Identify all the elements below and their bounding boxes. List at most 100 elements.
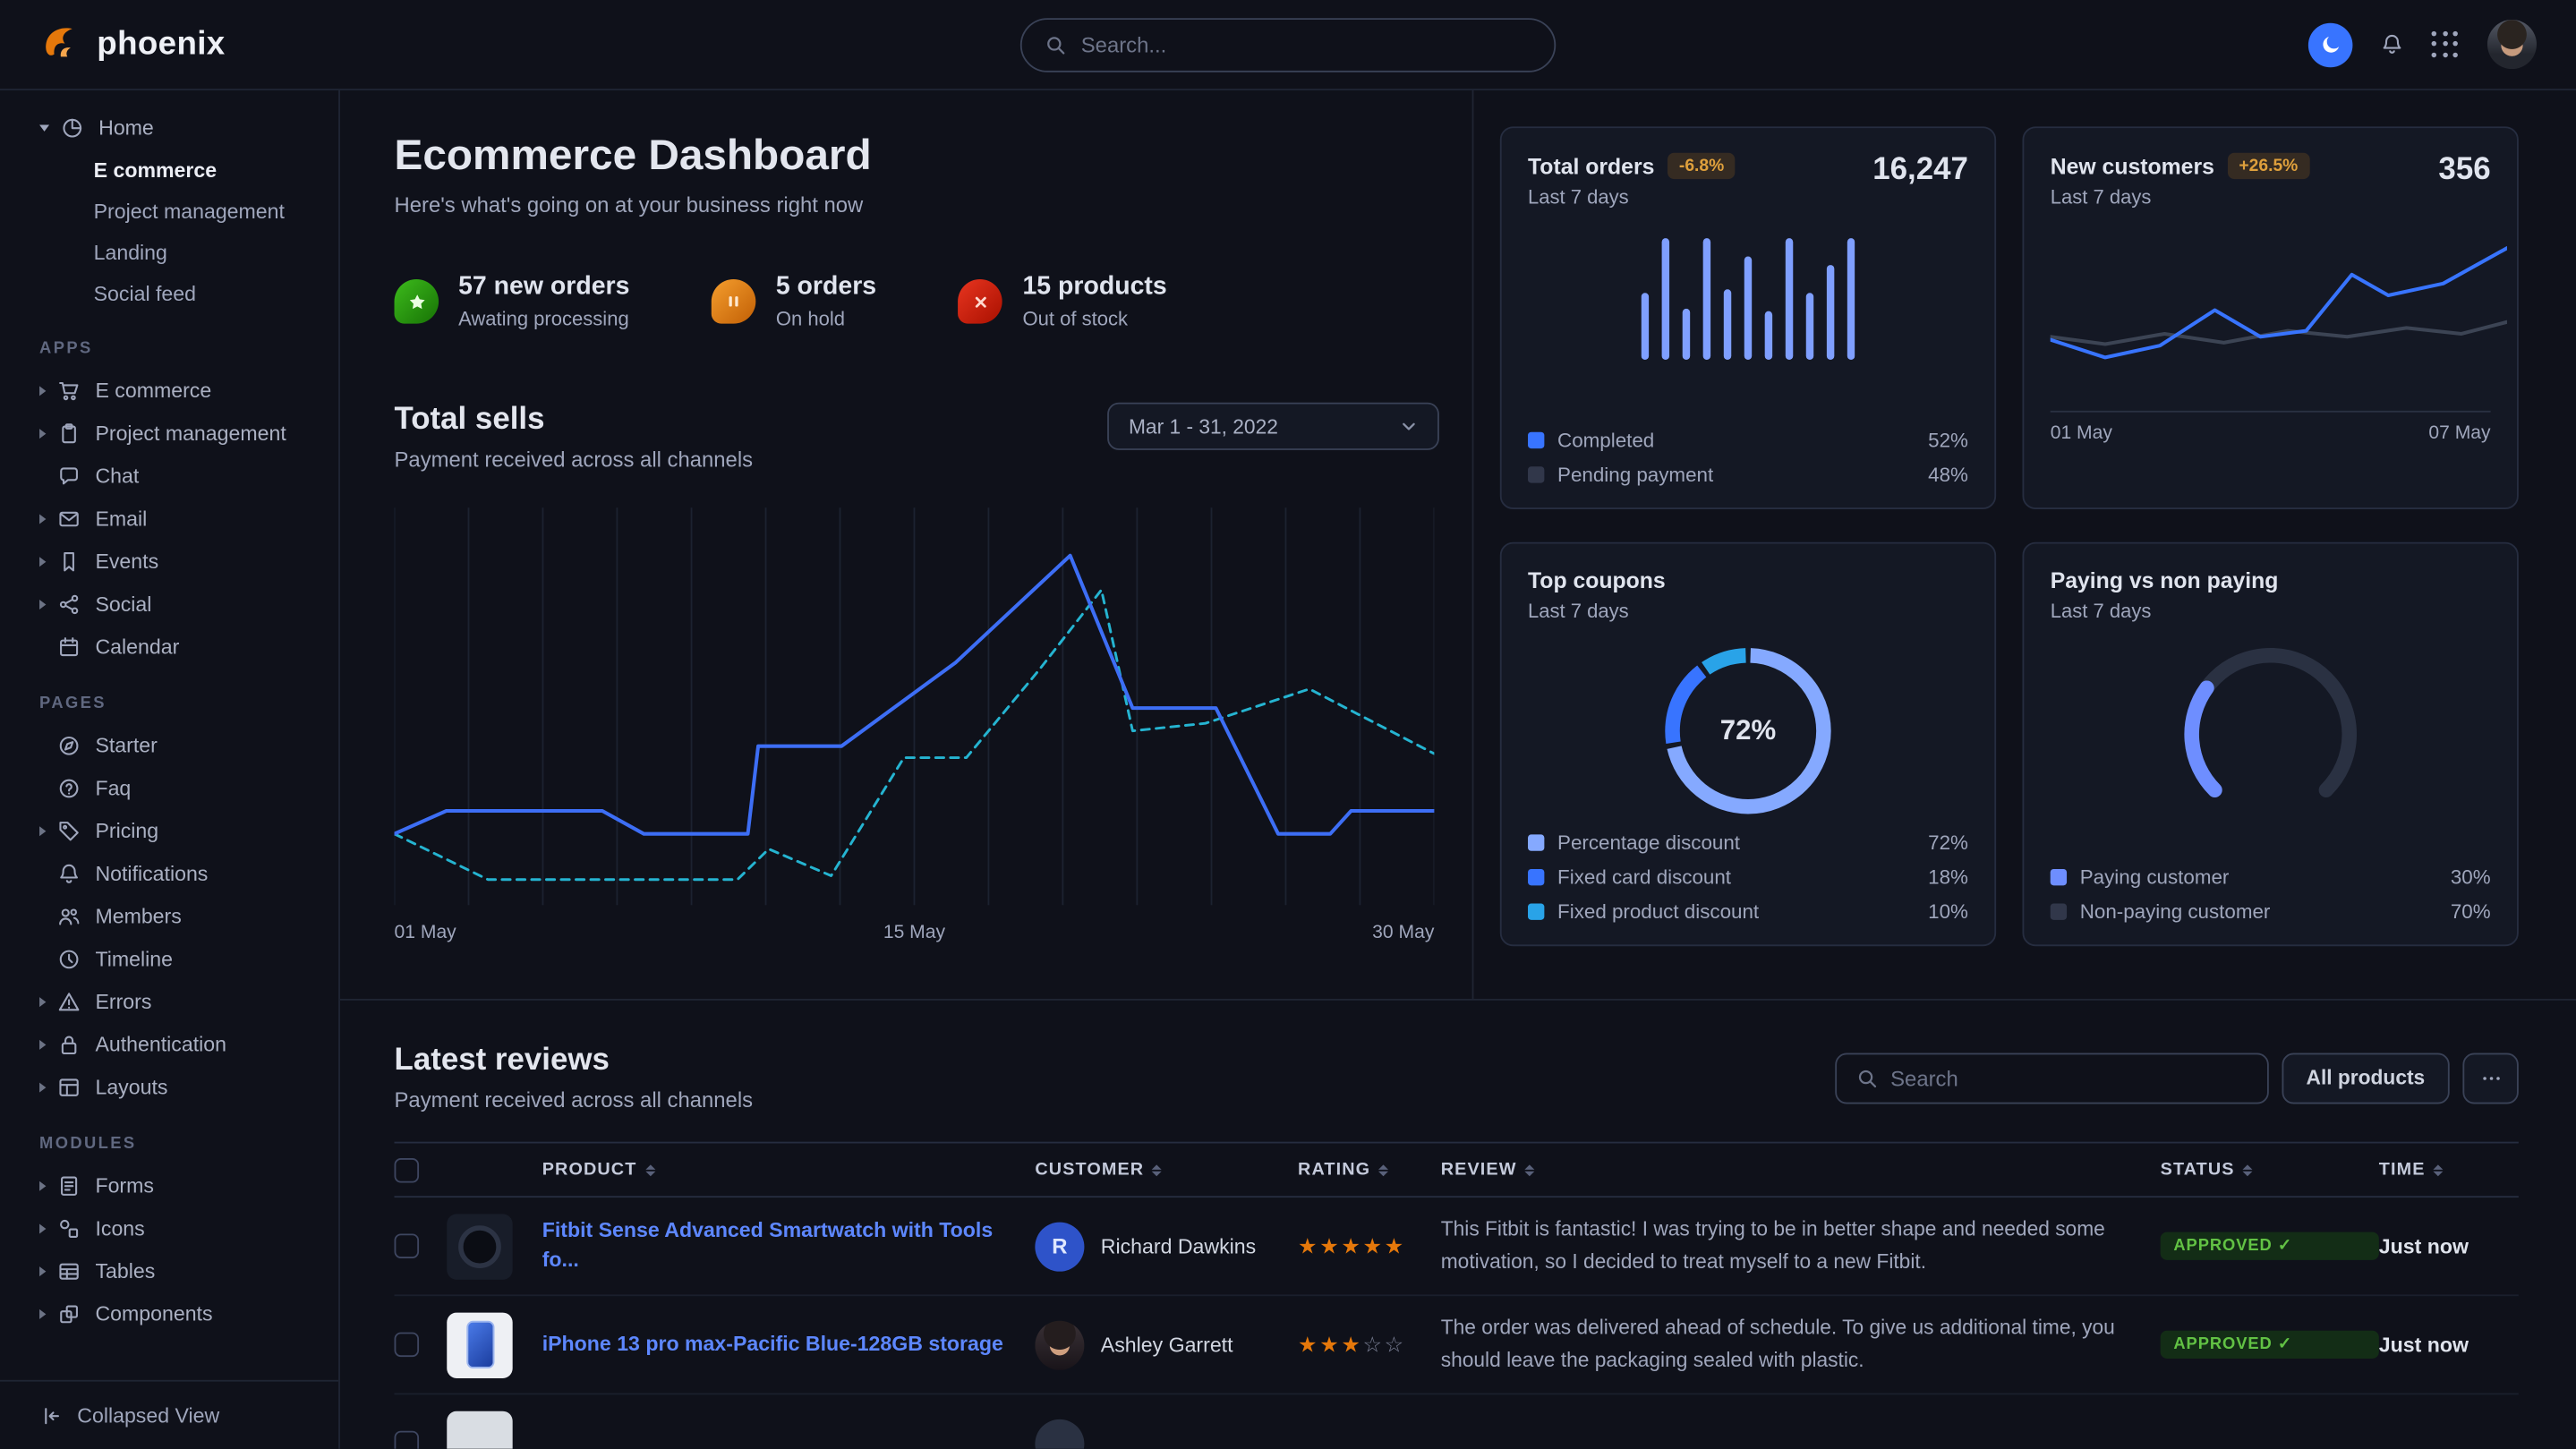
collapsed-view-button[interactable]: Collapsed View (0, 1380, 338, 1449)
stat-on-hold: 5 orders On hold (712, 273, 876, 330)
stat-sub: Awating processing (458, 307, 629, 330)
all-products-button[interactable]: All products (2282, 1053, 2450, 1104)
sidebar-item-email[interactable]: Email (0, 498, 338, 541)
sidebar-subitem-landing[interactable]: Landing (0, 232, 338, 273)
sidebar-subitem-e-commerce[interactable]: E commerce (0, 149, 338, 191)
column-header-customer[interactable]: CUSTOMER (1035, 1160, 1298, 1180)
total-orders-card: Total orders -6.8% Last 7 days 16,247 Co… (1500, 126, 1996, 509)
brand-name: phoenix (97, 25, 225, 63)
users-icon (57, 905, 81, 928)
product-link[interactable]: iPhone 13 pro max-Pacific Blue-128GB sto… (542, 1330, 1036, 1359)
sort-icon[interactable] (645, 1163, 655, 1175)
product-link[interactable]: Fitbit Sense Advanced Smartwatch with To… (542, 1217, 1036, 1275)
column-header-product[interactable]: PRODUCT (542, 1160, 1036, 1180)
sort-icon[interactable] (2434, 1163, 2444, 1175)
paying-legend: Paying customer30%Non-paying customer70% (2051, 865, 2491, 923)
sort-icon[interactable] (1152, 1163, 1162, 1175)
sidebar-item-calendar[interactable]: Calendar (0, 626, 338, 669)
sidebar-item-project-management[interactable]: Project management (0, 413, 338, 456)
pause-icon (712, 279, 756, 324)
coupons-legend: Percentage discount72%Fixed card discoun… (1528, 831, 1968, 924)
legend-row: Percentage discount72% (1528, 831, 1968, 855)
review-time: Just now (2379, 1234, 2519, 1257)
legend-label: Fixed product discount (1557, 900, 1759, 924)
date-range-select[interactable]: Mar 1 - 31, 2022 (1107, 403, 1439, 450)
product-thumbnail (447, 1411, 512, 1449)
form-icon (57, 1174, 81, 1198)
customer-avatar (1035, 1320, 1084, 1369)
legend-row: Fixed product discount 10% (1528, 900, 1968, 924)
sidebar-subitem-project-management[interactable]: Project management (0, 191, 338, 232)
legend-value: 70% (2451, 900, 2491, 924)
sort-icon[interactable] (1378, 1163, 1388, 1175)
column-header-rating[interactable]: RATING (1298, 1160, 1441, 1180)
sidebar-nav: HomeE commerceProject managementLandingS… (0, 107, 338, 1380)
global-search-input[interactable] (1081, 32, 1531, 57)
sidebar-item-timeline[interactable]: Timeline (0, 938, 338, 981)
legend-row: Non-paying customer70% (2051, 900, 2491, 924)
share-icon (57, 593, 81, 617)
column-header-review[interactable]: REVIEW (1441, 1160, 2161, 1180)
sidebar-item-notifications[interactable]: Notifications (0, 853, 338, 896)
new-customers-chart (2051, 238, 2491, 413)
customer-avatar: R (1035, 1222, 1084, 1271)
sidebar-item-faq[interactable]: Faq (0, 767, 338, 810)
row-checkbox[interactable] (395, 1431, 420, 1449)
theme-toggle-button[interactable] (2308, 22, 2353, 67)
sidebar-item-layouts[interactable]: Layouts (0, 1066, 338, 1109)
legend-label: Pending payment (1557, 464, 1713, 487)
sidebar-item-errors[interactable]: Errors (0, 981, 338, 1024)
row-checkbox[interactable] (395, 1233, 420, 1258)
sidebar-item-label: Components (95, 1303, 212, 1326)
latest-reviews-section: Latest reviews Payment received across a… (340, 1001, 2576, 1449)
table-icon (57, 1260, 81, 1283)
sort-icon[interactable] (2243, 1163, 2253, 1175)
more-options-button[interactable] (2462, 1053, 2518, 1104)
user-avatar[interactable] (2487, 20, 2537, 69)
reviews-search[interactable] (1835, 1053, 2269, 1104)
sidebar-item-chat[interactable]: Chat (0, 455, 338, 498)
customer-avatar (1035, 1419, 1084, 1449)
sidebar-item-social[interactable]: Social (0, 584, 338, 626)
sidebar-item-icons[interactable]: Icons (0, 1207, 338, 1250)
product-thumbnail (447, 1214, 512, 1279)
sidebar-item-authentication[interactable]: Authentication (0, 1024, 338, 1067)
caret-icon (39, 600, 46, 609)
row-checkbox[interactable] (395, 1333, 420, 1358)
brand[interactable]: phoenix (39, 21, 226, 68)
global-search[interactable] (1020, 17, 1556, 72)
sidebar-item-starter[interactable]: Starter (0, 724, 338, 767)
sidebar-item-components[interactable]: Components (0, 1293, 338, 1336)
legend-label: Paying customer (2080, 865, 2230, 889)
clipboard-icon (57, 422, 81, 446)
sidebar-item-pricing[interactable]: Pricing (0, 810, 338, 853)
legend-swatch (2051, 869, 2067, 885)
sidebar-item-e-commerce[interactable]: E commerce (0, 370, 338, 413)
sort-icon[interactable] (1525, 1163, 1535, 1175)
notifications-bell-button[interactable] (2381, 33, 2404, 56)
reviews-search-input[interactable] (1890, 1065, 2247, 1090)
bookmark-icon (57, 550, 81, 574)
sidebar-item-label: Home (98, 116, 154, 140)
card-title: New customers (2051, 154, 2214, 179)
column-header-time[interactable]: TIME (2379, 1160, 2519, 1180)
sidebar-item-forms[interactable]: Forms (0, 1164, 338, 1207)
legend-value: 72% (1928, 831, 1968, 855)
stat-out-of-stock: 15 products Out of stock (959, 273, 1167, 330)
question-icon (57, 777, 81, 800)
donut-center-label: 72% (1656, 639, 1840, 823)
select-all-checkbox[interactable] (395, 1157, 420, 1182)
stat-new-orders: 57 new orders Awating processing (395, 273, 630, 330)
sidebar-subitem-social-feed[interactable]: Social feed (0, 273, 338, 314)
sidebar-item-events[interactable]: Events (0, 541, 338, 584)
date-range-value: Mar 1 - 31, 2022 (1129, 414, 1278, 438)
legend-value: 10% (1928, 900, 1968, 924)
navbar-actions (2308, 20, 2537, 69)
column-header-status[interactable]: STATUS (2161, 1160, 2379, 1180)
sidebar-item-home[interactable]: Home (0, 107, 338, 149)
apps-grid-button[interactable] (2432, 30, 2460, 58)
sidebar-item-members[interactable]: Members (0, 895, 338, 938)
main-content: Ecommerce Dashboard Here's what's going … (340, 90, 2576, 1449)
sidebar-item-tables[interactable]: Tables (0, 1250, 338, 1293)
caret-icon (39, 1266, 46, 1276)
